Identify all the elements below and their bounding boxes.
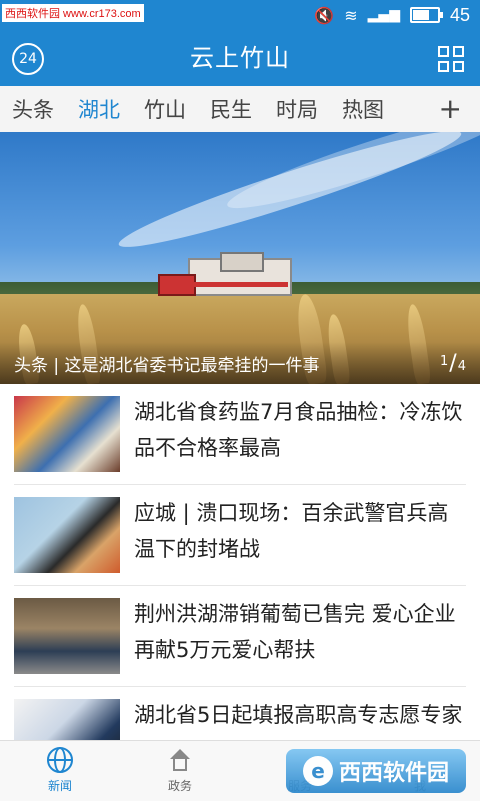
- hero-caption-text: 头条 | 这是湖北省委书记最牵挂的一件事: [14, 356, 320, 376]
- status-bar: 西西软件园 www.cr173.com 🔇 ≋ ▂▄▆ 45: [0, 0, 480, 30]
- mute-icon: 🔇: [314, 5, 335, 25]
- grid-icon[interactable]: [438, 46, 464, 72]
- nav-government[interactable]: 政务: [150, 747, 210, 794]
- tab-minsheng[interactable]: 民生: [210, 94, 252, 124]
- news-thumbnail: [14, 396, 120, 472]
- wifi-icon: ≋: [344, 5, 358, 25]
- nav-label: 新闻: [47, 779, 72, 793]
- nav-news[interactable]: 新闻: [30, 747, 90, 794]
- tab-retu[interactable]: 热图: [342, 94, 384, 124]
- watermark-logo: e 西西软件园: [286, 749, 466, 793]
- harvester-image: [158, 252, 292, 300]
- tab-toutiao[interactable]: 头条: [12, 94, 54, 124]
- signal-icon: ▂▄▆: [367, 7, 400, 23]
- add-tab-button[interactable]: +: [439, 92, 462, 125]
- news-thumbnail: [14, 598, 120, 674]
- hero-pager: 1/4: [440, 351, 466, 376]
- globe-icon: [47, 747, 73, 773]
- home-icon: [167, 747, 193, 773]
- bottom-nav: 新闻 政务 服务 我 e西西软件园: [0, 740, 480, 801]
- page-title: 云上竹山: [190, 44, 290, 72]
- hero-banner[interactable]: 头条 | 这是湖北省委书记最牵挂的一件事 1/4: [0, 132, 480, 384]
- app-bar: 24 云上竹山: [0, 30, 480, 86]
- category-tabs: 头条 湖北 竹山 民生 时局 热图 +: [0, 86, 480, 133]
- news-thumbnail: [14, 497, 120, 573]
- logo-icon: e: [302, 756, 333, 786]
- news-title: 荆州洪湖滞销葡萄已售完 爱心企业再献5万元爱心帮扶: [134, 602, 456, 662]
- nav-label: 政务: [167, 779, 192, 793]
- status-time: 45: [449, 4, 470, 25]
- news-title: 应城 | 溃口现场：百余武警官兵高温下的封堵战: [134, 501, 449, 561]
- news-list: 湖北省食药监7月食品抽检：冷冻饮品不合格率最高 应城 | 溃口现场：百余武警官兵…: [0, 384, 480, 787]
- news-item[interactable]: 应城 | 溃口现场：百余武警官兵高温下的封堵战: [14, 485, 466, 586]
- news-item[interactable]: 荆州洪湖滞销葡萄已售完 爱心企业再献5万元爱心帮扶: [14, 586, 466, 687]
- tab-zhushan[interactable]: 竹山: [144, 94, 186, 124]
- tab-shiju[interactable]: 时局: [276, 94, 318, 124]
- battery-icon: [409, 7, 443, 23]
- news-title: 湖北省食药监7月食品抽检：冷冻饮品不合格率最高: [134, 400, 463, 460]
- watermark-text: 西西软件园 www.cr173.com: [2, 4, 144, 22]
- tab-hubei[interactable]: 湖北: [78, 94, 120, 124]
- hero-caption: 头条 | 这是湖北省委书记最牵挂的一件事 1/4: [0, 342, 480, 384]
- news-item[interactable]: 湖北省食药监7月食品抽检：冷冻饮品不合格率最高: [14, 384, 466, 485]
